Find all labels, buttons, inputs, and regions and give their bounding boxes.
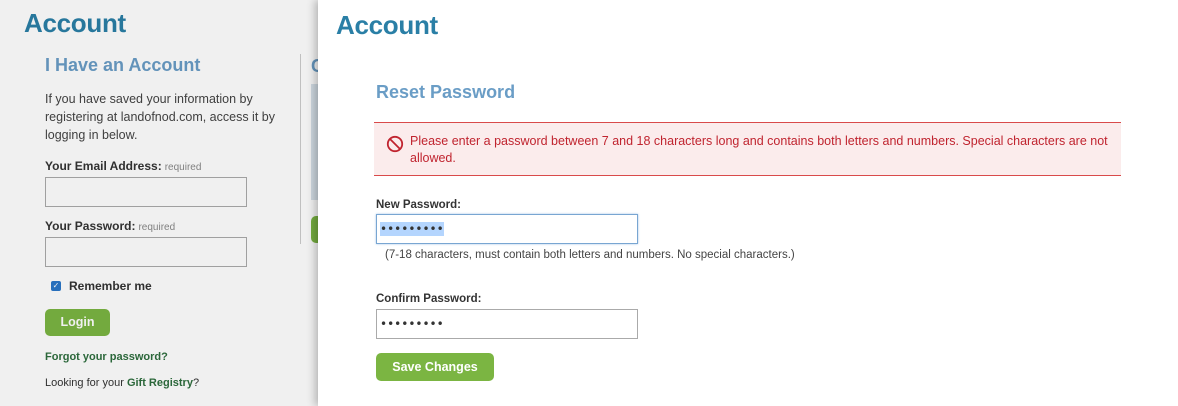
new-password-hint: (7-18 characters, must contain both lett… xyxy=(385,249,795,261)
modal-backdrop[interactable] xyxy=(0,0,318,406)
confirm-password-field[interactable]: ••••••••• xyxy=(376,309,638,339)
save-changes-button[interactable]: Save Changes xyxy=(376,353,494,381)
new-password-field[interactable]: ••••••••• xyxy=(376,214,638,244)
reset-password-heading: Reset Password xyxy=(376,82,516,102)
error-message-box: Please enter a password between 7 and 18… xyxy=(374,122,1121,176)
new-password-value: ••••••••• xyxy=(380,222,444,236)
prohibited-icon xyxy=(386,135,404,153)
new-password-label: New Password: xyxy=(376,199,461,211)
reset-password-modal: Account Reset Password Please enter a pa… xyxy=(318,0,1178,406)
confirm-password-label: Confirm Password: xyxy=(376,293,482,305)
modal-title: Account xyxy=(336,10,438,40)
confirm-password-value: ••••••••• xyxy=(380,317,444,331)
error-message-text: Please enter a password between 7 and 18… xyxy=(410,134,1108,165)
